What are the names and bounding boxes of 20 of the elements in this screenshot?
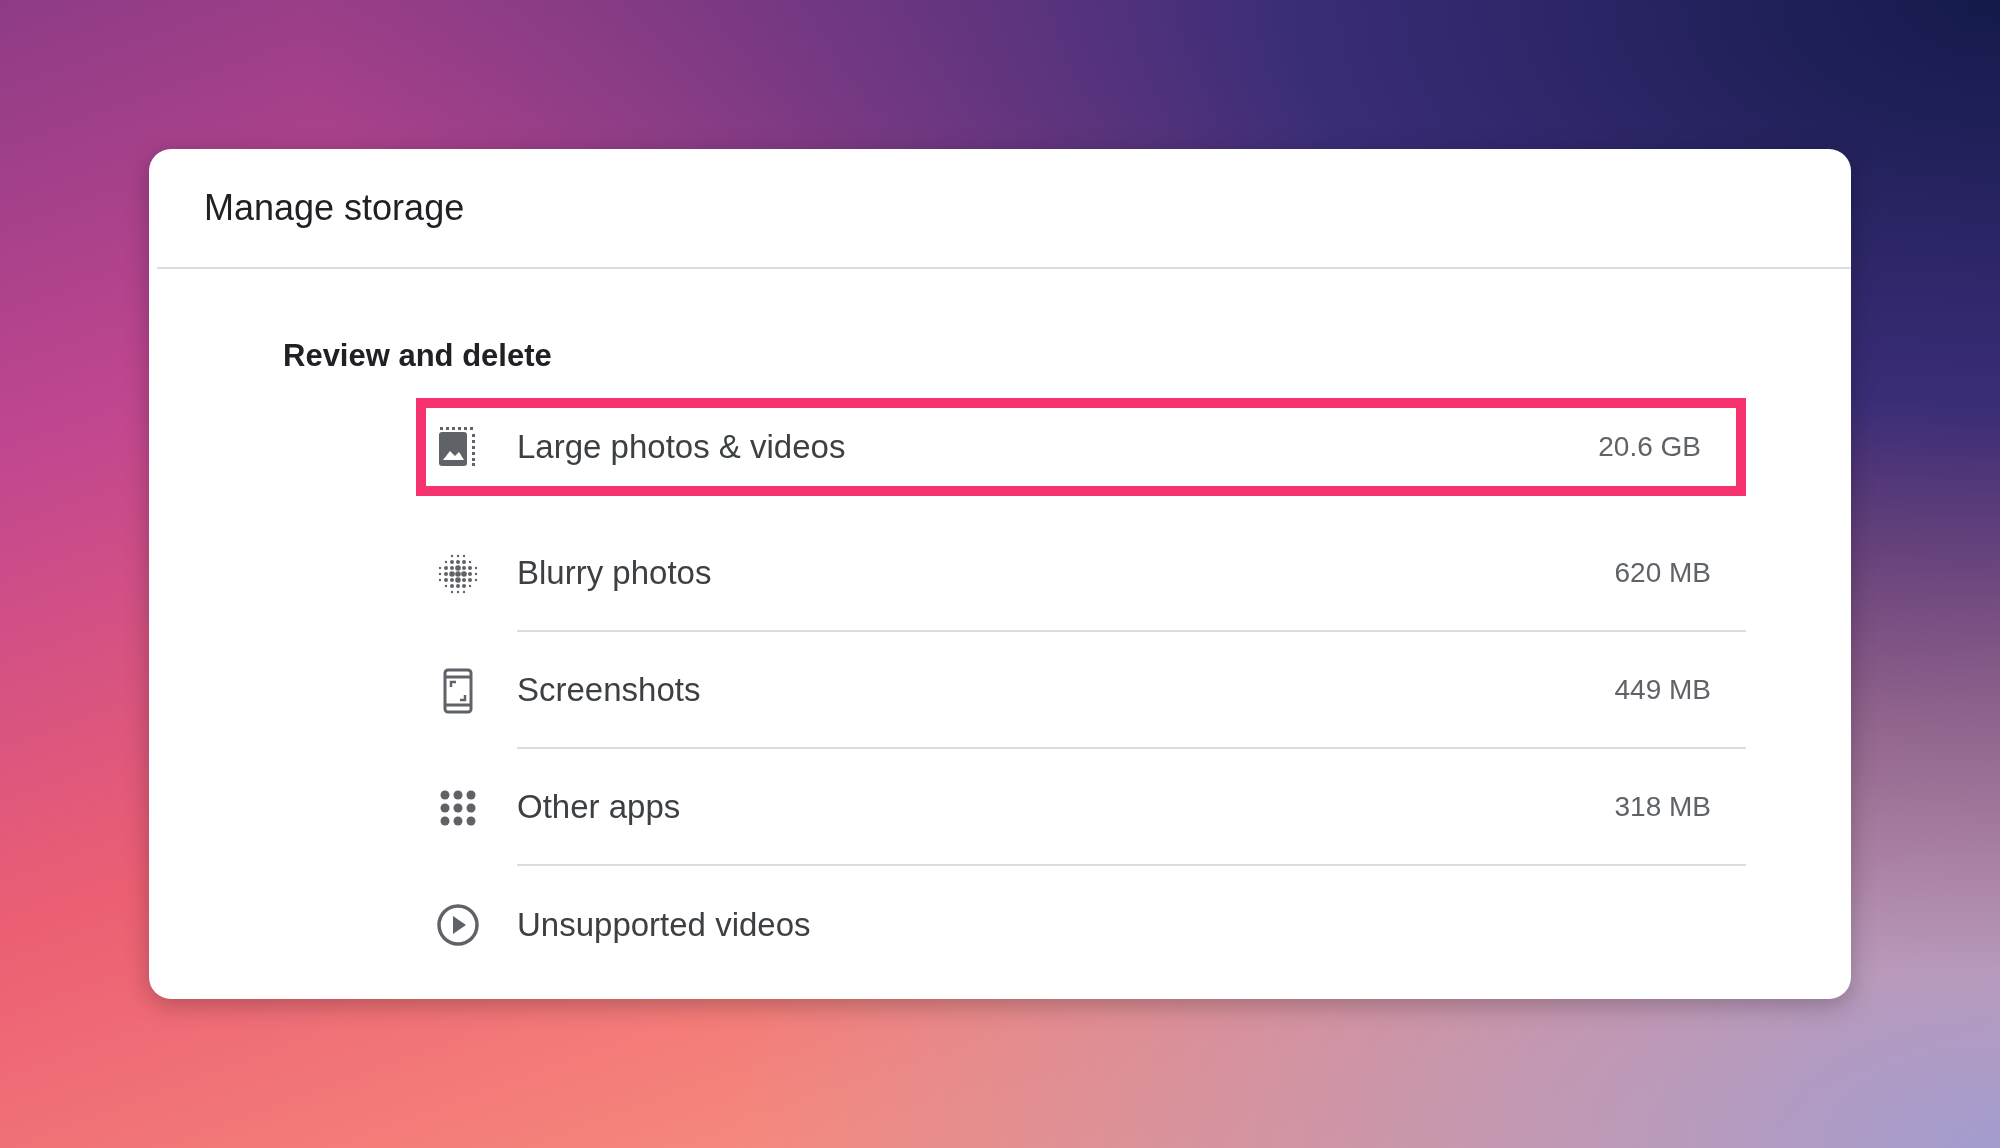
dialog-title: Manage storage [204, 187, 465, 229]
category-label: Large photos & videos [517, 428, 846, 466]
highlighted-storage-row[interactable]: Large photos & videos 20.6 GB [416, 398, 1746, 496]
section-heading: Review and delete [283, 337, 553, 375]
storage-row[interactable]: Screenshots 449 MB [416, 632, 1746, 749]
phone-icon [443, 667, 473, 714]
storage-row[interactable]: Unsupported videos [416, 866, 1746, 983]
category-label: Blurry photos [517, 553, 712, 592]
play-icon [436, 902, 480, 947]
category-label: Unsupported videos [517, 905, 811, 944]
storage-row[interactable]: Blurry photos 620 MB [416, 515, 1746, 632]
category-label: Other apps [517, 787, 681, 826]
storage-size: 318 MB [1614, 790, 1711, 823]
dot-grid-icon [439, 788, 477, 827]
storage-row[interactable]: Other apps 318 MB [416, 749, 1746, 866]
storage-size: 620 MB [1614, 556, 1711, 589]
storage-size: 20.6 GB [1598, 431, 1701, 463]
category-label: Screenshots [517, 670, 701, 709]
dotted-circle-icon [437, 552, 479, 595]
storage-size: 449 MB [1614, 673, 1711, 706]
